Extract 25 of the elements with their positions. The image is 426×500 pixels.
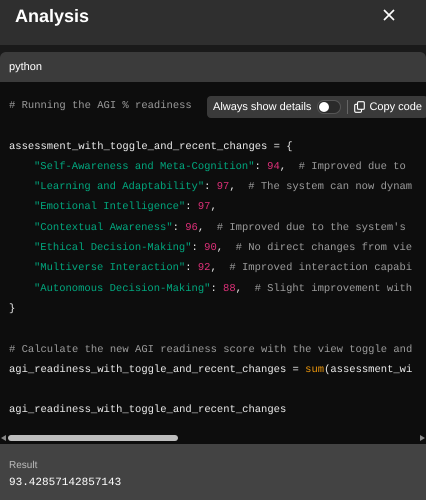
scroll-left-icon[interactable] <box>1 435 6 441</box>
code-line: agi_readiness_with_toggle_and_recent_changes <box>9 403 286 418</box>
code-line: "Contextual Awareness": 96, # Improved due to the system's <box>34 220 406 236</box>
code-line: "Autonomous Decision-Making": 88, # Slight improvement with <box>34 282 412 297</box>
code-line: # Calculate the new AGI readiness score with the view toggle and <box>9 342 412 358</box>
toggle-label: Always show details <box>213 100 312 115</box>
result-label: Result <box>9 459 38 473</box>
copy-code-button[interactable]: Copy code <box>354 98 422 116</box>
dialog-title: Analysis <box>15 5 90 28</box>
close-icon[interactable] <box>383 9 395 21</box>
code-line: agi_readiness_with_toggle_and_recent_changes = sum(assessment_wi <box>9 362 412 378</box>
code-line: "Emotional Intelligence": 97, <box>34 200 217 216</box>
code-line: "Self-Awareness and Meta-Cognition": 94, # Improved due to <box>34 160 406 175</box>
scroll-right-icon[interactable] <box>420 435 425 441</box>
details-toggle[interactable] <box>317 100 342 114</box>
code-line: "Ethical Decision-Making": 90, # No direct changes from vie <box>34 241 412 256</box>
code-line: # Running the AGI % readiness <box>9 99 192 114</box>
code-line: } <box>9 302 16 317</box>
scrollbar-thumb[interactable] <box>8 435 178 441</box>
language-label: python <box>9 60 42 75</box>
code-line: "Learning and Adaptability": 97, # The system can now dynam <box>34 180 412 196</box>
copy-icon <box>354 101 366 113</box>
result-value: 93.42857142857143 <box>9 476 122 491</box>
code-line: assessment_with_toggle_and_recent_changes = { <box>9 140 293 155</box>
code-line: "Multiverse Interaction": 92, # Improved interaction capabi <box>34 261 412 276</box>
